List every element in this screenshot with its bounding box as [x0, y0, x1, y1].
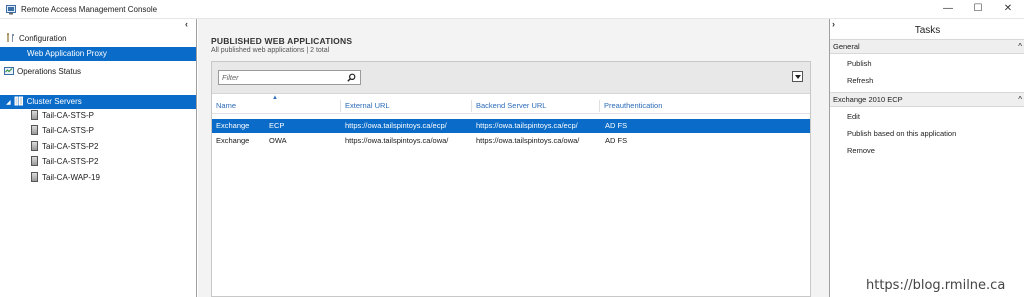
cell-preauth: AD FS [605, 136, 628, 145]
cell-backend-url: https://owa.tailspintoys.ca/ecp/ [476, 121, 578, 130]
group-header-selection[interactable]: Exchange 2010 ECP ^ [830, 92, 1024, 107]
tree-item-server[interactable]: Tail-CA-WAP-19 [31, 171, 100, 184]
chevron-up-icon[interactable]: ^ [1018, 93, 1022, 106]
operations-status-icon [4, 67, 14, 75]
chevron-down-icon [795, 75, 801, 79]
page-title: PUBLISHED WEB APPLICATIONS [211, 36, 353, 46]
expand-triangle-icon[interactable]: ◢ [6, 100, 11, 106]
filter-input[interactable]: Filter [218, 70, 361, 85]
cell-external-url: https://owa.tailspintoys.ca/owa/ [345, 136, 449, 145]
title-bar: Remote Access Management Console — ☐ ✕ [0, 0, 1024, 19]
cell-name: Exchange [216, 121, 250, 130]
server-label: Tail-CA-STS-P2 [42, 142, 99, 151]
tree-item-server[interactable]: Tail-CA-STS-P2 [31, 140, 98, 153]
column-header-preauthentication[interactable]: Preauthentication [599, 100, 729, 112]
task-publish[interactable]: Publish [847, 58, 872, 70]
table-row[interactable]: Exchange ECP https://owa.tailspintoys.ca… [212, 119, 810, 133]
tree-item-server[interactable]: Tail-CA-STS-P2 [31, 155, 98, 168]
server-label: Tail-CA-STS-P2 [42, 157, 99, 166]
applications-list: Filter ▲ Name External URL Backend Serve… [211, 61, 811, 297]
group-selection-label: Exchange 2010 ECP [833, 95, 903, 104]
tasks-title: Tasks [914, 25, 941, 36]
cell-app: ECP [269, 121, 285, 130]
chevron-up-icon[interactable]: ^ [1018, 40, 1022, 53]
tools-icon [7, 33, 14, 42]
tree-item-configuration[interactable]: Configuration [6, 32, 67, 46]
app-icon [6, 5, 16, 15]
watermark-url: https://blog.rmilne.ca [866, 278, 1006, 293]
group-header-general[interactable]: General ^ [830, 39, 1024, 54]
window-title: Remote Access Management Console [21, 5, 158, 14]
cell-preauth: AD FS [605, 121, 628, 130]
expand-button[interactable] [792, 71, 803, 82]
cell-name: Exchange [216, 136, 250, 145]
operations-status-label: Operations Status [17, 67, 82, 76]
task-remove[interactable]: Remove [847, 145, 875, 157]
cell-backend-url: https://owa.tailspintoys.ca/owa/ [476, 136, 580, 145]
navigation-tree: ‹ Configuration Web Application Proxy Op… [0, 19, 197, 297]
column-header-name[interactable]: Name [212, 100, 340, 112]
server-icon [31, 110, 38, 120]
server-icon [31, 141, 38, 151]
search-icon[interactable] [347, 73, 356, 82]
column-header-backend-url[interactable]: Backend Server URL [471, 100, 599, 112]
server-label: Tail-CA-STS-P [42, 126, 95, 135]
cluster-icon [14, 96, 23, 106]
task-publish-based-on[interactable]: Publish based on this application [847, 128, 956, 140]
tree-item-server[interactable]: Tail-CA-STS-P [31, 109, 94, 122]
minimize-button[interactable]: — [933, 0, 963, 19]
header-divider [212, 113, 810, 114]
maximize-button[interactable]: ☐ [963, 0, 993, 19]
server-icon [31, 156, 38, 166]
table-row[interactable]: Exchange OWA https://owa.tailspintoys.ca… [212, 134, 810, 148]
server-icon [31, 125, 38, 135]
tree-item-web-application-proxy[interactable]: Web Application Proxy [0, 47, 196, 61]
task-edit[interactable]: Edit [847, 111, 860, 123]
configuration-label: Configuration [19, 34, 67, 43]
collapse-pane-icon[interactable]: ‹ [185, 19, 188, 29]
close-button[interactable]: ✕ [993, 0, 1023, 19]
cell-app: OWA [269, 136, 287, 145]
tasks-pane: › Tasks General ^ Publish Refresh Exchan… [829, 19, 1024, 297]
cell-external-url: https://owa.tailspintoys.ca/ecp/ [345, 121, 447, 130]
tree-item-cluster-servers[interactable]: ◢ Cluster Servers [0, 95, 196, 109]
tree-item-operations-status[interactable]: Operations Status [4, 65, 81, 79]
task-refresh[interactable]: Refresh [847, 75, 873, 87]
group-general-label: General [833, 42, 860, 51]
page-subtitle: All published web applications | 2 total [211, 47, 330, 54]
column-header-external-url[interactable]: External URL [340, 100, 471, 112]
server-icon [31, 172, 38, 182]
main-content: PUBLISHED WEB APPLICATIONS All published… [198, 19, 829, 297]
filter-placeholder: Filter [222, 73, 239, 82]
web-application-proxy-label: Web Application Proxy [27, 49, 107, 58]
server-label: Tail-CA-WAP-19 [42, 173, 100, 182]
cluster-servers-label: Cluster Servers [26, 97, 82, 106]
server-label: Tail-CA-STS-P [42, 111, 95, 120]
filter-bar: Filter [212, 62, 810, 94]
tree-item-server[interactable]: Tail-CA-STS-P [31, 124, 94, 137]
